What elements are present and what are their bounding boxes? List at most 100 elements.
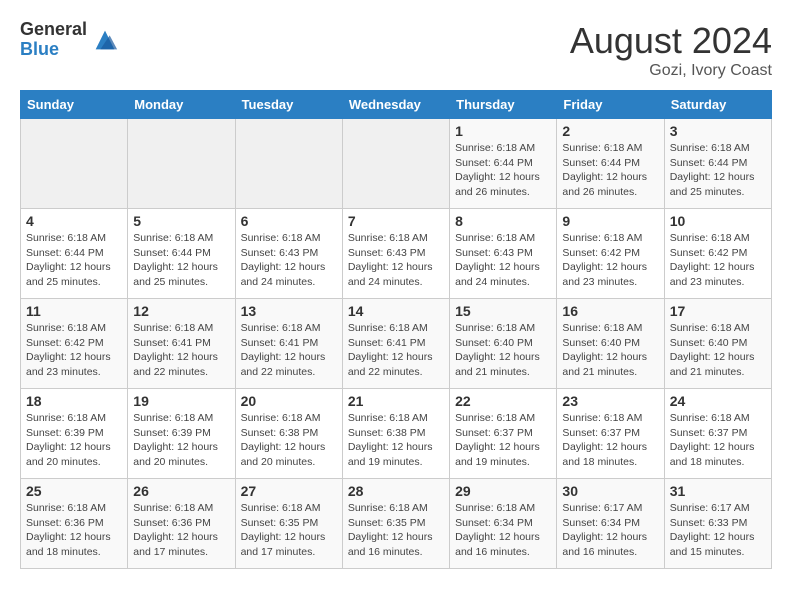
calendar-cell-2-6: 17 Sunrise: 6:18 AM Sunset: 6:40 PM Dayli… [664,299,771,389]
day-info: Sunrise: 6:18 AM Sunset: 6:42 PM Dayligh… [26,321,122,380]
day-number: 29 [455,483,551,499]
weekday-header-thursday: Thursday [450,91,557,119]
calendar-week-4: 25 Sunrise: 6:18 AM Sunset: 6:36 PM Dayli… [21,479,772,569]
day-info: Sunrise: 6:18 AM Sunset: 6:42 PM Dayligh… [562,231,658,290]
day-number: 4 [26,213,122,229]
calendar-cell-2-5: 16Sunrise: 6:18 AM Sunset: 6:40 PM Dayli… [557,299,664,389]
calendar-cell-4-2: 27 Sunrise: 6:18 AM Sunset: 6:35 PM Dayli… [235,479,342,569]
day-number: 25 [26,483,122,499]
day-number: 9 [562,213,658,229]
calendar-week-2: 11 Sunrise: 6:18 AM Sunset: 6:42 PM Dayli… [21,299,772,389]
calendar-cell-0-6: 3 Sunrise: 6:18 AM Sunset: 6:44 PM Daylig… [664,119,771,209]
calendar-cell-2-4: 15Sunrise: 6:18 AM Sunset: 6:40 PM Dayli… [450,299,557,389]
day-number: 19 [133,393,229,409]
day-number: 24 [670,393,766,409]
logo-general: General [20,20,87,40]
day-info: Sunrise: 6:18 AM Sunset: 6:40 PM Dayligh… [562,321,658,380]
weekday-header-wednesday: Wednesday [342,91,449,119]
calendar-week-3: 18 Sunrise: 6:18 AM Sunset: 6:39 PM Dayli… [21,389,772,479]
calendar-header: SundayMondayTuesdayWednesdayThursdayFrid… [21,91,772,119]
day-info: Sunrise: 6:18 AM Sunset: 6:39 PM Dayligh… [26,411,122,470]
calendar-cell-2-1: 12Sunrise: 6:18 AM Sunset: 6:41 PM Dayli… [128,299,235,389]
calendar-cell-1-2: 6 Sunrise: 6:18 AM Sunset: 6:43 PM Daylig… [235,209,342,299]
calendar-cell-1-5: 9 Sunrise: 6:18 AM Sunset: 6:42 PM Daylig… [557,209,664,299]
day-info: Sunrise: 6:18 AM Sunset: 6:36 PM Dayligh… [133,501,229,560]
day-number: 10 [670,213,766,229]
calendar-cell-1-3: 7 Sunrise: 6:18 AM Sunset: 6:43 PM Daylig… [342,209,449,299]
weekday-header-monday: Monday [128,91,235,119]
day-info: Sunrise: 6:18 AM Sunset: 6:43 PM Dayligh… [348,231,444,290]
day-number: 14 [348,303,444,319]
day-info: Sunrise: 6:17 AM Sunset: 6:33 PM Dayligh… [670,501,766,560]
day-number: 18 [26,393,122,409]
calendar-cell-2-2: 13Sunrise: 6:18 AM Sunset: 6:41 PM Dayli… [235,299,342,389]
day-number: 12 [133,303,229,319]
day-info: Sunrise: 6:18 AM Sunset: 6:37 PM Dayligh… [670,411,766,470]
day-number: 2 [562,123,658,139]
logo: General Blue [20,20,119,60]
weekday-header-sunday: Sunday [21,91,128,119]
calendar-cell-4-3: 28 Sunrise: 6:18 AM Sunset: 6:35 PM Dayli… [342,479,449,569]
day-info: Sunrise: 6:18 AM Sunset: 6:44 PM Dayligh… [455,141,551,200]
day-number: 30 [562,483,658,499]
day-info: Sunrise: 6:18 AM Sunset: 6:34 PM Dayligh… [455,501,551,560]
day-number: 7 [348,213,444,229]
day-info: Sunrise: 6:18 AM Sunset: 6:37 PM Dayligh… [455,411,551,470]
calendar-cell-1-4: 8 Sunrise: 6:18 AM Sunset: 6:43 PM Daylig… [450,209,557,299]
day-number: 11 [26,303,122,319]
day-info: Sunrise: 6:18 AM Sunset: 6:40 PM Dayligh… [670,321,766,380]
month-year-title: August 2024 [570,20,772,62]
calendar-cell-4-4: 29 Sunrise: 6:18 AM Sunset: 6:34 PM Dayli… [450,479,557,569]
day-number: 5 [133,213,229,229]
day-number: 3 [670,123,766,139]
day-info: Sunrise: 6:18 AM Sunset: 6:35 PM Dayligh… [348,501,444,560]
day-info: Sunrise: 6:18 AM Sunset: 6:40 PM Dayligh… [455,321,551,380]
calendar-cell-1-1: 5Sunrise: 6:18 AM Sunset: 6:44 PM Daylig… [128,209,235,299]
day-info: Sunrise: 6:18 AM Sunset: 6:38 PM Dayligh… [348,411,444,470]
day-number: 22 [455,393,551,409]
calendar-cell-3-4: 22 Sunrise: 6:18 AM Sunset: 6:37 PM Dayli… [450,389,557,479]
title-area: August 2024 Gozi, Ivory Coast [570,20,772,80]
calendar-week-0: 1 Sunrise: 6:18 AM Sunset: 6:44 PM Daylig… [21,119,772,209]
calendar-week-1: 4Sunrise: 6:18 AM Sunset: 6:44 PM Daylig… [21,209,772,299]
day-info: Sunrise: 6:17 AM Sunset: 6:34 PM Dayligh… [562,501,658,560]
day-number: 23 [562,393,658,409]
calendar-table: SundayMondayTuesdayWednesdayThursdayFrid… [20,90,772,569]
day-info: Sunrise: 6:18 AM Sunset: 6:41 PM Dayligh… [241,321,337,380]
calendar-cell-3-6: 24 Sunrise: 6:18 AM Sunset: 6:37 PM Dayli… [664,389,771,479]
logo-blue: Blue [20,40,87,60]
calendar-body: 1 Sunrise: 6:18 AM Sunset: 6:44 PM Daylig… [21,119,772,569]
day-number: 8 [455,213,551,229]
calendar-cell-0-3 [342,119,449,209]
day-info: Sunrise: 6:18 AM Sunset: 6:42 PM Dayligh… [670,231,766,290]
day-info: Sunrise: 6:18 AM Sunset: 6:43 PM Dayligh… [455,231,551,290]
day-number: 28 [348,483,444,499]
day-info: Sunrise: 6:18 AM Sunset: 6:44 PM Dayligh… [670,141,766,200]
day-number: 17 [670,303,766,319]
calendar-cell-2-3: 14Sunrise: 6:18 AM Sunset: 6:41 PM Dayli… [342,299,449,389]
location-label: Gozi, Ivory Coast [570,62,772,80]
day-number: 20 [241,393,337,409]
calendar-cell-3-0: 18 Sunrise: 6:18 AM Sunset: 6:39 PM Dayli… [21,389,128,479]
weekday-header-row: SundayMondayTuesdayWednesdayThursdayFrid… [21,91,772,119]
weekday-header-saturday: Saturday [664,91,771,119]
day-info: Sunrise: 6:18 AM Sunset: 6:44 PM Dayligh… [562,141,658,200]
day-number: 27 [241,483,337,499]
day-number: 1 [455,123,551,139]
calendar-cell-0-0 [21,119,128,209]
calendar-cell-1-6: 10 Sunrise: 6:18 AM Sunset: 6:42 PM Dayli… [664,209,771,299]
calendar-cell-4-0: 25Sunrise: 6:18 AM Sunset: 6:36 PM Dayli… [21,479,128,569]
calendar-cell-1-0: 4Sunrise: 6:18 AM Sunset: 6:44 PM Daylig… [21,209,128,299]
day-info: Sunrise: 6:18 AM Sunset: 6:35 PM Dayligh… [241,501,337,560]
calendar-cell-3-2: 20Sunrise: 6:18 AM Sunset: 6:38 PM Dayli… [235,389,342,479]
calendar-cell-2-0: 11 Sunrise: 6:18 AM Sunset: 6:42 PM Dayli… [21,299,128,389]
day-info: Sunrise: 6:18 AM Sunset: 6:43 PM Dayligh… [241,231,337,290]
calendar-cell-4-5: 30 Sunrise: 6:17 AM Sunset: 6:34 PM Dayli… [557,479,664,569]
day-number: 21 [348,393,444,409]
calendar-cell-0-4: 1 Sunrise: 6:18 AM Sunset: 6:44 PM Daylig… [450,119,557,209]
day-info: Sunrise: 6:18 AM Sunset: 6:37 PM Dayligh… [562,411,658,470]
day-info: Sunrise: 6:18 AM Sunset: 6:39 PM Dayligh… [133,411,229,470]
day-number: 6 [241,213,337,229]
calendar-cell-4-1: 26Sunrise: 6:18 AM Sunset: 6:36 PM Dayli… [128,479,235,569]
page-header: General Blue August 2024 Gozi, Ivory Coa… [20,20,772,80]
